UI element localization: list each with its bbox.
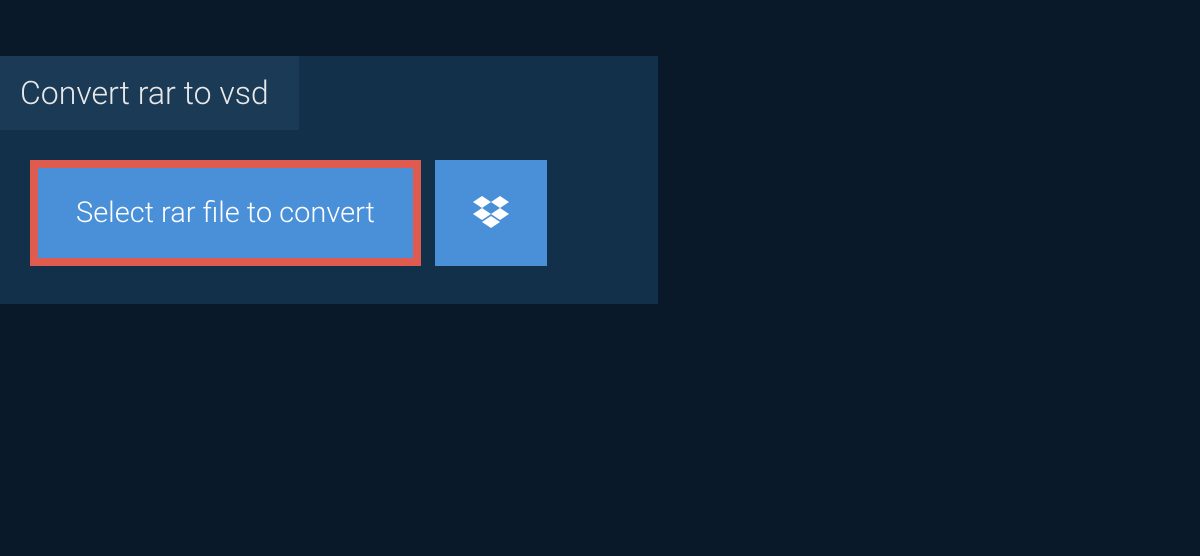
converter-panel: Convert rar to vsd Select rar file to co…	[0, 56, 658, 304]
select-file-label: Select rar file to convert	[76, 196, 375, 230]
dropbox-button[interactable]	[435, 160, 547, 266]
tab-convert[interactable]: Convert rar to vsd	[0, 56, 299, 130]
select-file-button[interactable]: Select rar file to convert	[30, 160, 421, 266]
action-row: Select rar file to convert	[0, 130, 658, 304]
tab-label: Convert rar to vsd	[20, 74, 269, 112]
dropbox-icon	[473, 196, 509, 230]
